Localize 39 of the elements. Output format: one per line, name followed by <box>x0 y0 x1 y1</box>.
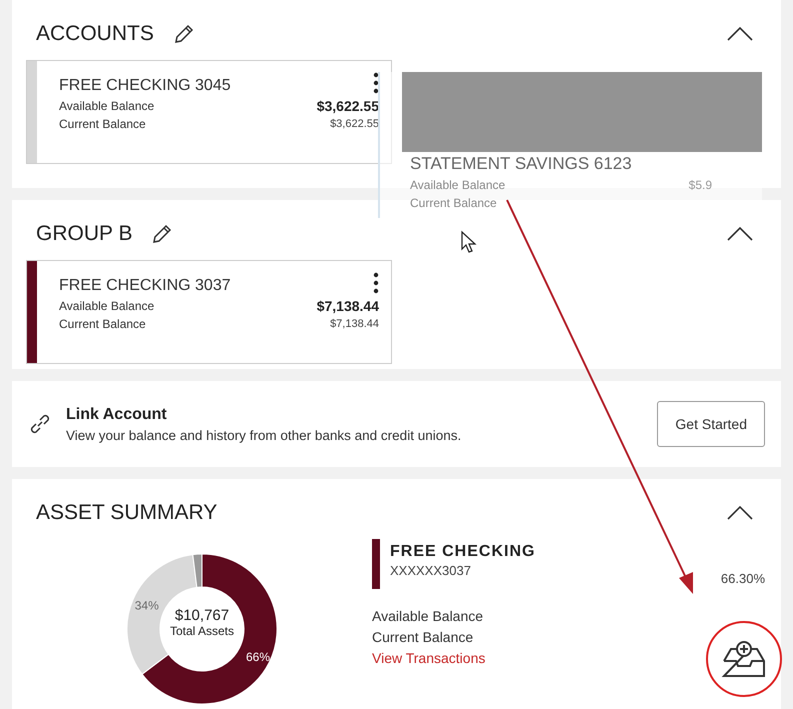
available-balance: $3,622.55 <box>316 98 379 114</box>
current-balance: $3,622.55 <box>330 118 379 130</box>
slice-label: 66% <box>246 650 270 664</box>
balance-label: Current Balance <box>59 317 146 332</box>
section-title: GROUP B <box>36 222 132 246</box>
total-assets-label: Total Assets <box>170 624 234 638</box>
dragged-account-card[interactable]: STATEMENT SAVINGS 6123 Available Balance $5.9 Current Balance <box>378 72 762 218</box>
asset-percentage: 66.30% <box>720 571 765 588</box>
link-account-title: Link Account <box>66 406 168 424</box>
collapse-icon[interactable] <box>727 227 753 242</box>
account-card[interactable]: FREE CHECKING 3045 Available Balance $3,622.55 Current Balance $3,622.55 <box>26 60 392 164</box>
balance-label: Available Balance <box>372 608 484 624</box>
balance-label: Current Balance <box>59 117 146 131</box>
collapse-icon[interactable] <box>727 506 753 520</box>
account-name: FREE CHECKING 3045 <box>59 77 231 95</box>
available-balance: $7,138.44 <box>316 298 379 314</box>
section-title: ASSET SUMMARY <box>36 501 218 526</box>
available-balance: $5.9 <box>688 178 712 192</box>
current-balance: $7,138.44 <box>330 318 379 330</box>
account-number: XXXXXX3037 <box>390 563 472 578</box>
account-name: STATEMENT SAVINGS 6123 <box>410 154 633 174</box>
more-icon[interactable] <box>373 272 379 294</box>
balance-label: Available Balance <box>59 299 154 314</box>
inbox-add-icon <box>721 639 767 679</box>
section-title: ACCOUNTS <box>36 22 154 46</box>
collapse-icon[interactable] <box>727 27 753 41</box>
link-account-description: View your balance and history from other banks and credit unions. <box>66 428 462 443</box>
balance-label: Available Balance <box>59 99 154 113</box>
account-name: FREE CHECKING <box>390 543 536 562</box>
more-icon[interactable] <box>373 72 379 94</box>
account-name: FREE CHECKING 3037 <box>59 277 231 296</box>
balance-label: Current Balance <box>372 629 474 646</box>
balance-label: Available Balance <box>410 178 506 192</box>
get-started-button[interactable]: Get Started <box>657 401 765 448</box>
account-card[interactable]: FREE CHECKING 3037 Available Balance $7,138.44 Current Balance $7,138.44 <box>26 260 392 364</box>
slice-label: 34% <box>134 598 159 613</box>
balance-label: Current Balance <box>410 196 498 210</box>
view-transactions-link[interactable]: View Transactions <box>372 650 486 666</box>
total-assets-value: $10,767 <box>174 607 230 624</box>
